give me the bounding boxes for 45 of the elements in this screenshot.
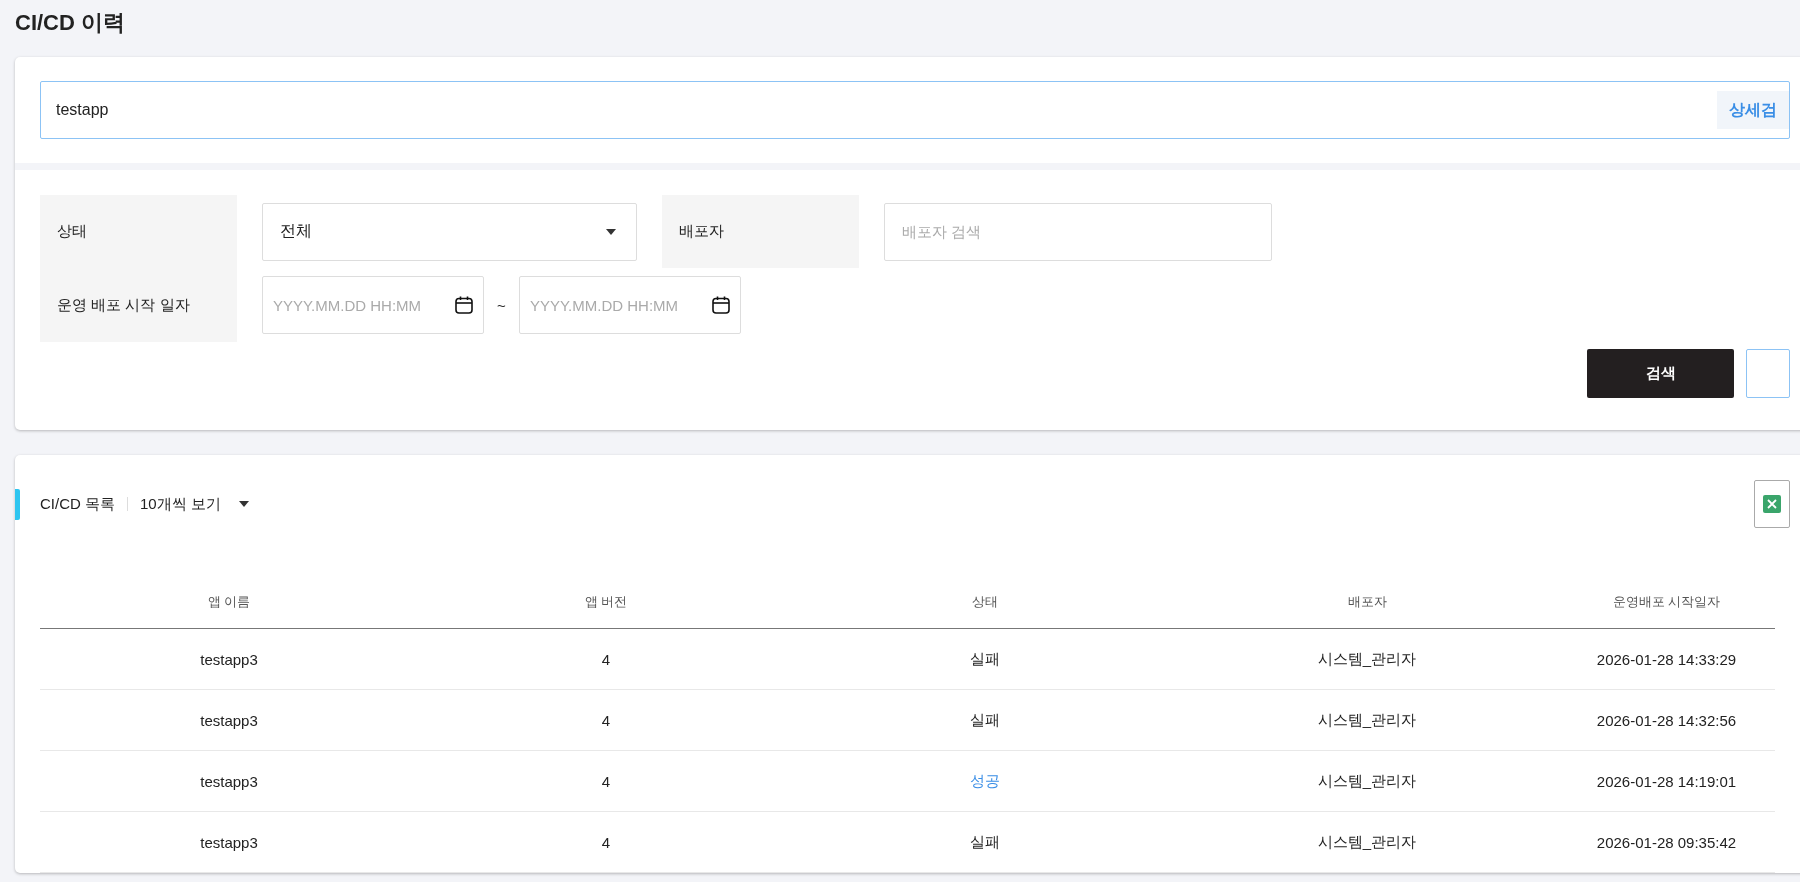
- table-cell: 2026-01-28 14:33:29: [1596, 650, 1737, 668]
- table-cell: testapp3: [200, 833, 258, 851]
- status-cell: 실패: [970, 832, 1000, 852]
- date-field[interactable]: YYYY.MM.DD HH:MM: [519, 276, 741, 334]
- calendar-icon[interactable]: [711, 295, 731, 315]
- table-cell: 2026-01-28 14:19:01: [1596, 772, 1737, 790]
- column-header: 상태: [972, 592, 998, 611]
- calendar-icon[interactable]: [454, 295, 474, 315]
- range-separator: ~: [496, 296, 507, 314]
- table-cell: testapp3: [200, 711, 258, 729]
- table-cell: 4: [601, 650, 611, 668]
- filter-label: 운영 배포 시작 일자: [40, 268, 237, 342]
- spreadsheet-icon: [1763, 495, 1781, 513]
- excel-download-button[interactable]: [1754, 480, 1790, 528]
- deployer-search-field[interactable]: 배포자 검색: [884, 202, 1272, 261]
- column-header: 배포자: [1347, 592, 1387, 611]
- table-cell: 4: [601, 833, 611, 851]
- table-cell: testapp3: [200, 650, 258, 668]
- table-cell: testapp3: [200, 772, 258, 790]
- search-button[interactable]: 검색: [1587, 349, 1734, 398]
- status-cell: 실패: [970, 710, 1000, 730]
- search-field[interactable]: testapp 상세검: [40, 81, 1790, 139]
- column-header: 운영배포 시작일자: [1612, 592, 1721, 611]
- table-cell: 2026-01-28 14:32:56: [1596, 711, 1737, 729]
- table-cell: 시스템_관리자: [1317, 710, 1417, 730]
- table-cell: 4: [601, 772, 611, 790]
- status-select[interactable]: 전체: [262, 202, 637, 261]
- status-cell: 실패: [970, 649, 1000, 669]
- date-field[interactable]: YYYY.MM.DD HH:MM: [262, 276, 484, 334]
- caret-icon: [606, 228, 616, 235]
- list-title: CI/CD 목록: [40, 494, 115, 514]
- status-cell: 성공: [970, 771, 1000, 791]
- table-cell: 시스템_관리자: [1317, 771, 1417, 791]
- filter-label: 배포자: [662, 195, 859, 268]
- table-cell: 2026-01-28 09:35:42: [1596, 833, 1737, 851]
- page-size-dropdown[interactable]: 10개씩 보기: [140, 494, 249, 514]
- table-cell: 4: [601, 711, 611, 729]
- table-cell: 시스템_관리자: [1317, 832, 1417, 852]
- column-header: 앱 이름: [207, 592, 251, 611]
- accent-bar: [15, 489, 20, 520]
- filter-label: 상태: [40, 195, 237, 268]
- table-cell: 시스템_관리자: [1317, 649, 1417, 669]
- column-header: 앱 버전: [584, 592, 628, 611]
- page-title: CI/CD 이력: [15, 9, 125, 37]
- caret-icon: [238, 501, 249, 507]
